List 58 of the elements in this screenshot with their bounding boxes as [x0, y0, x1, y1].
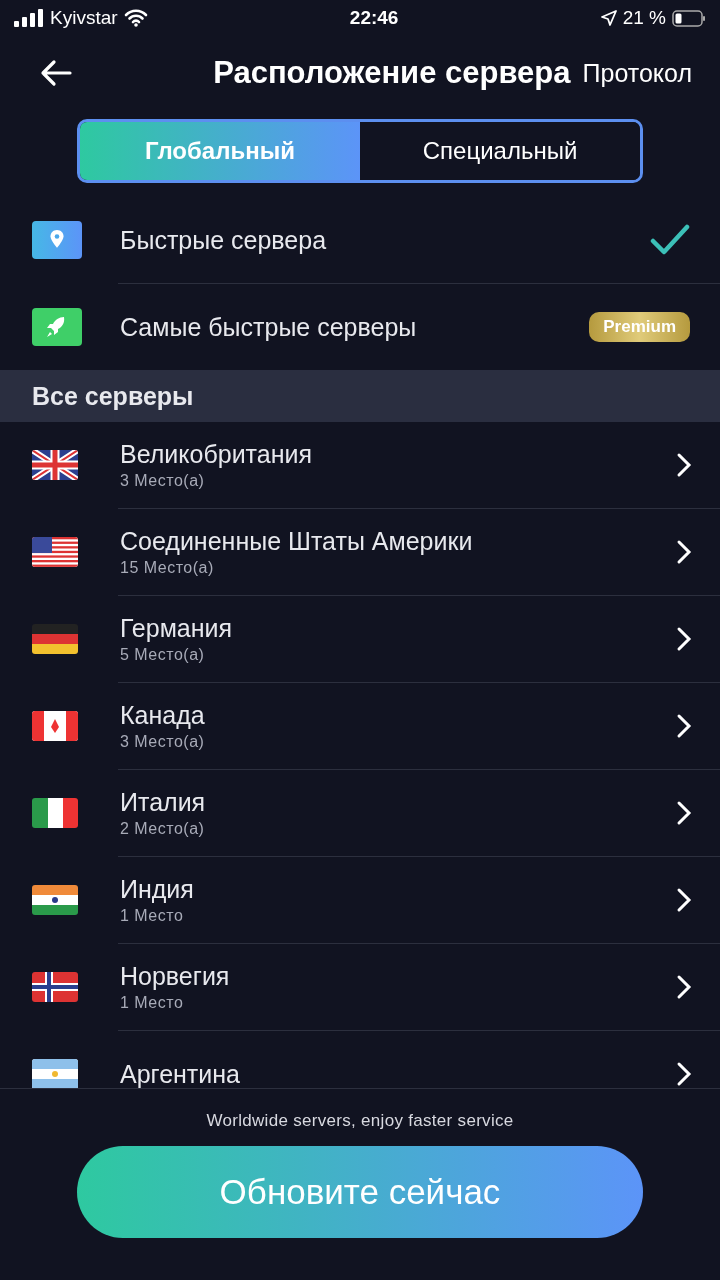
clock-time: 22:46	[349, 7, 399, 29]
battery-icon	[672, 9, 706, 27]
location-count: 2 Место(а)	[120, 820, 206, 838]
country-row[interactable]: Италия 2 Место(а)	[0, 770, 720, 856]
location-pin-icon	[32, 221, 82, 259]
chevron-right-icon	[676, 974, 692, 1000]
country-name: Аргентина	[120, 1059, 241, 1088]
country-name: Великобритания	[120, 440, 313, 469]
chevron-right-icon	[676, 626, 692, 652]
section-header: Все серверы	[0, 370, 720, 422]
country-row[interactable]: Германия 5 Место(а)	[0, 596, 720, 682]
country-row[interactable]: Аргентина	[0, 1031, 720, 1088]
carrier-name: Kyivstar	[50, 7, 118, 29]
chevron-right-icon	[676, 539, 692, 565]
flag-icon	[32, 450, 78, 480]
country-name: Индия	[120, 875, 195, 904]
protocol-button[interactable]: Протокол	[582, 58, 692, 88]
flag-icon	[32, 885, 78, 915]
flag-icon	[32, 972, 78, 1002]
signal-icon	[14, 9, 44, 27]
country-name: Италия	[120, 788, 207, 817]
rocket-icon	[32, 308, 82, 346]
server-option[interactable]: Самые быстрые серверы Premium	[0, 284, 720, 370]
country-row[interactable]: Канада 3 Место(а)	[0, 683, 720, 769]
server-option[interactable]: Быстрые сервера	[0, 197, 720, 283]
promo-note: Worldwide servers, enjoy faster service	[206, 1111, 514, 1131]
country-row[interactable]: Великобритания 3 Место(а)	[0, 422, 720, 508]
location-count: 1 Место	[120, 994, 185, 1012]
chevron-right-icon	[676, 713, 692, 739]
screen-title: Расположение сервера	[213, 55, 571, 91]
country-name: Соединенные Штаты Америки	[120, 527, 474, 556]
chevron-right-icon	[676, 1061, 692, 1087]
option-label: Самые быстрые серверы	[120, 312, 418, 342]
country-row[interactable]: Индия 1 Место	[0, 857, 720, 943]
back-button[interactable]	[40, 59, 72, 87]
flag-icon	[32, 537, 78, 567]
location-count: 3 Место(а)	[120, 472, 206, 490]
flag-icon	[32, 1059, 78, 1088]
country-row[interactable]: Норвегия 1 Место	[0, 944, 720, 1030]
country-name: Норвегия	[120, 962, 231, 991]
location-count: 3 Место(а)	[120, 733, 206, 751]
premium-badge: Premium	[589, 312, 690, 342]
chevron-right-icon	[676, 887, 692, 913]
flag-icon	[32, 798, 78, 828]
option-label: Быстрые сервера	[120, 225, 328, 255]
country-row[interactable]: Соединенные Штаты Америки 15 Место(а)	[0, 509, 720, 595]
country-name: Германия	[120, 614, 234, 643]
location-count: 5 Место(а)	[120, 646, 206, 664]
country-name: Канада	[120, 701, 206, 730]
flag-icon	[32, 624, 78, 654]
chevron-right-icon	[676, 800, 692, 826]
location-count: 1 Место	[120, 907, 185, 925]
location-count: 15 Место(а)	[120, 559, 215, 577]
chevron-right-icon	[676, 452, 692, 478]
battery-percent: 21 %	[622, 7, 666, 29]
wifi-icon	[123, 9, 148, 27]
location-arrow-icon	[600, 10, 617, 26]
flag-icon	[32, 711, 78, 741]
